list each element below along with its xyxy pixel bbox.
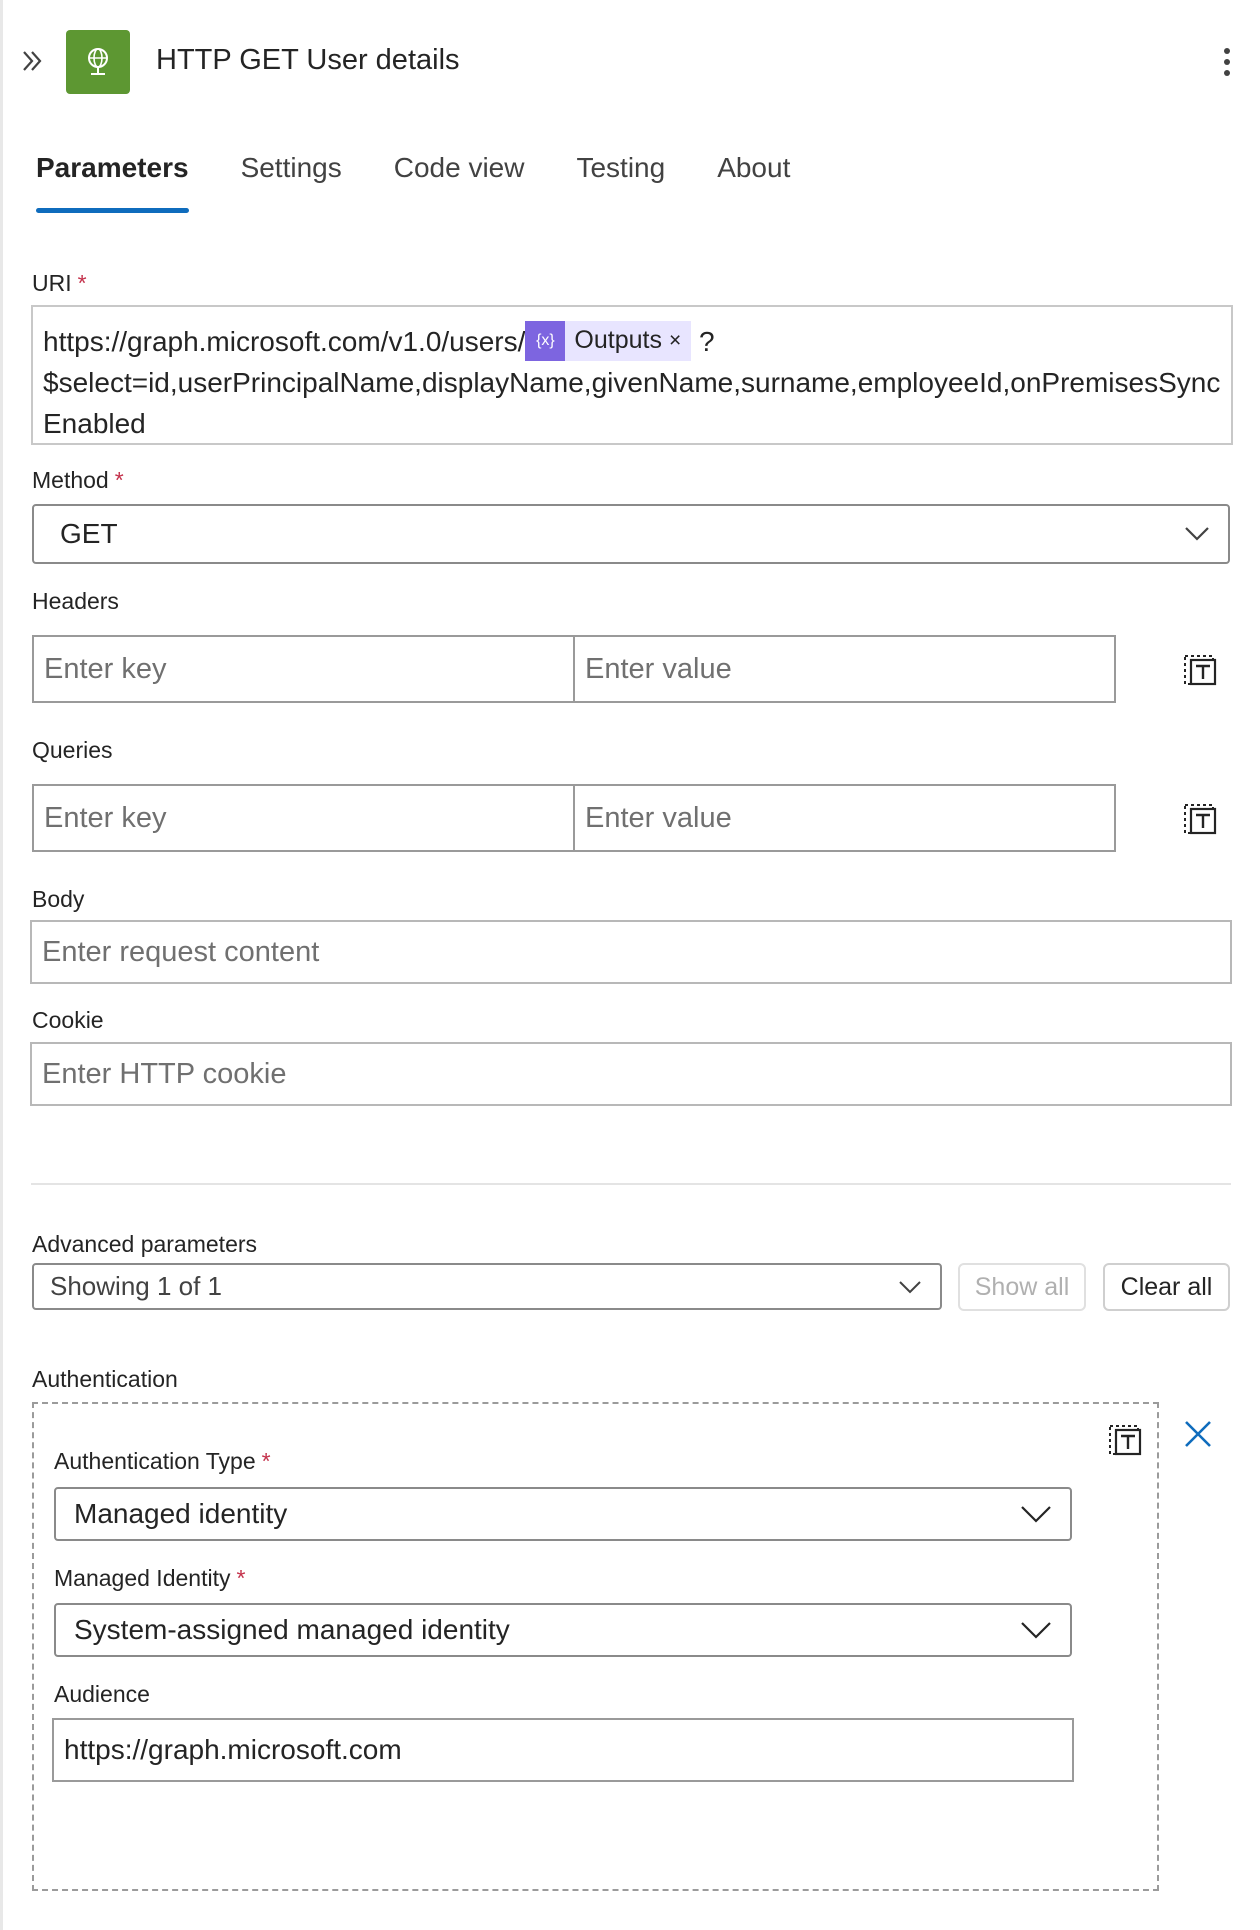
method-value: GET	[60, 518, 118, 549]
tab-about[interactable]: About	[717, 152, 790, 218]
method-label-text: Method	[32, 467, 109, 493]
chevron-down-icon	[899, 1280, 921, 1293]
outputs-token[interactable]: {x} Outputs ×	[525, 320, 692, 361]
managed-identity-value: System-assigned managed identity	[74, 1614, 510, 1645]
more-dot-icon	[1224, 48, 1230, 54]
managed-identity-label-text: Managed Identity	[54, 1565, 231, 1591]
collapse-panel-button[interactable]	[18, 44, 48, 78]
uri-query-text: $select=id,userPrincipalName,displayName…	[43, 367, 1221, 439]
chevron-down-icon	[1021, 1506, 1051, 1523]
authentication-type-dropdown[interactable]: Managed identity	[54, 1487, 1072, 1541]
body-label: Body	[32, 886, 85, 912]
double-chevron-right-icon	[23, 51, 42, 71]
section-divider	[31, 1183, 1231, 1185]
chevron-down-icon	[1185, 527, 1209, 541]
http-action-icon	[66, 30, 130, 94]
method-label: Method *	[32, 467, 124, 494]
authentication-type-value: Managed identity	[74, 1498, 288, 1529]
required-marker: *	[114, 467, 124, 493]
more-dot-icon	[1224, 59, 1230, 65]
headers-value-input[interactable]: Enter value	[573, 635, 1116, 703]
clear-all-button[interactable]: Clear all	[1103, 1263, 1230, 1311]
action-title[interactable]: HTTP GET User details	[156, 44, 460, 77]
uri-field[interactable]: https://graph.microsoft.com/v1.0/users/{…	[31, 305, 1233, 445]
remove-authentication-icon[interactable]	[1180, 1416, 1216, 1452]
more-options-button[interactable]	[1212, 44, 1242, 80]
more-dot-icon	[1224, 70, 1230, 76]
headers-label: Headers	[32, 588, 119, 614]
tab-testing[interactable]: Testing	[576, 152, 665, 218]
method-dropdown[interactable]: GET	[32, 504, 1230, 564]
managed-identity-dropdown[interactable]: System-assigned managed identity	[54, 1603, 1072, 1657]
tab-parameters[interactable]: Parameters	[36, 152, 189, 218]
audience-label: Audience	[54, 1681, 150, 1707]
managed-identity-label: Managed Identity *	[54, 1565, 245, 1592]
advanced-parameters-dropdown[interactable]: Showing 1 of 1	[32, 1263, 942, 1310]
queries-key-input[interactable]: Enter key	[32, 784, 575, 852]
required-marker: *	[261, 1448, 271, 1474]
switch-to-text-mode-icon[interactable]	[1105, 1418, 1145, 1458]
switch-to-text-mode-icon[interactable]	[1180, 797, 1220, 837]
advanced-parameters-value: Showing 1 of 1	[50, 1271, 223, 1301]
tab-code-view[interactable]: Code view	[394, 152, 525, 218]
tab-bar: Parameters Settings Code view Testing Ab…	[36, 152, 842, 218]
cookie-input[interactable]: Enter HTTP cookie	[30, 1042, 1232, 1106]
authentication-type-label: Authentication Type *	[54, 1448, 271, 1475]
required-marker: *	[236, 1565, 246, 1591]
authentication-type-label-text: Authentication Type	[54, 1448, 256, 1474]
queries-value-input[interactable]: Enter value	[573, 784, 1116, 852]
required-marker: *	[77, 270, 87, 296]
token-label: Outputs	[574, 326, 662, 355]
uri-label-text: URI	[32, 270, 72, 296]
panel-header: HTTP GET User details	[0, 0, 1260, 125]
uri-label: URI *	[32, 270, 87, 297]
audience-input[interactable]: https://graph.microsoft.com	[52, 1718, 1074, 1782]
dynamic-content-icon: {x}	[525, 320, 566, 361]
queries-label: Queries	[32, 737, 113, 763]
cookie-label: Cookie	[32, 1007, 104, 1033]
panel-left-border	[0, 0, 3, 1930]
advanced-parameters-label: Advanced parameters	[32, 1231, 258, 1257]
headers-key-input[interactable]: Enter key	[32, 635, 575, 703]
authentication-label: Authentication	[32, 1366, 178, 1392]
uri-suffix-text: ?	[691, 326, 715, 357]
body-input[interactable]: Enter request content	[30, 920, 1232, 984]
uri-prefix-text: https://graph.microsoft.com/v1.0/users/	[43, 326, 526, 357]
chevron-down-icon	[1021, 1622, 1051, 1639]
tab-settings[interactable]: Settings	[241, 152, 342, 218]
globe-icon	[88, 48, 108, 75]
show-all-button[interactable]: Show all	[958, 1263, 1086, 1311]
token-remove-button[interactable]: ×	[669, 320, 681, 361]
switch-to-text-mode-icon[interactable]	[1180, 648, 1220, 688]
